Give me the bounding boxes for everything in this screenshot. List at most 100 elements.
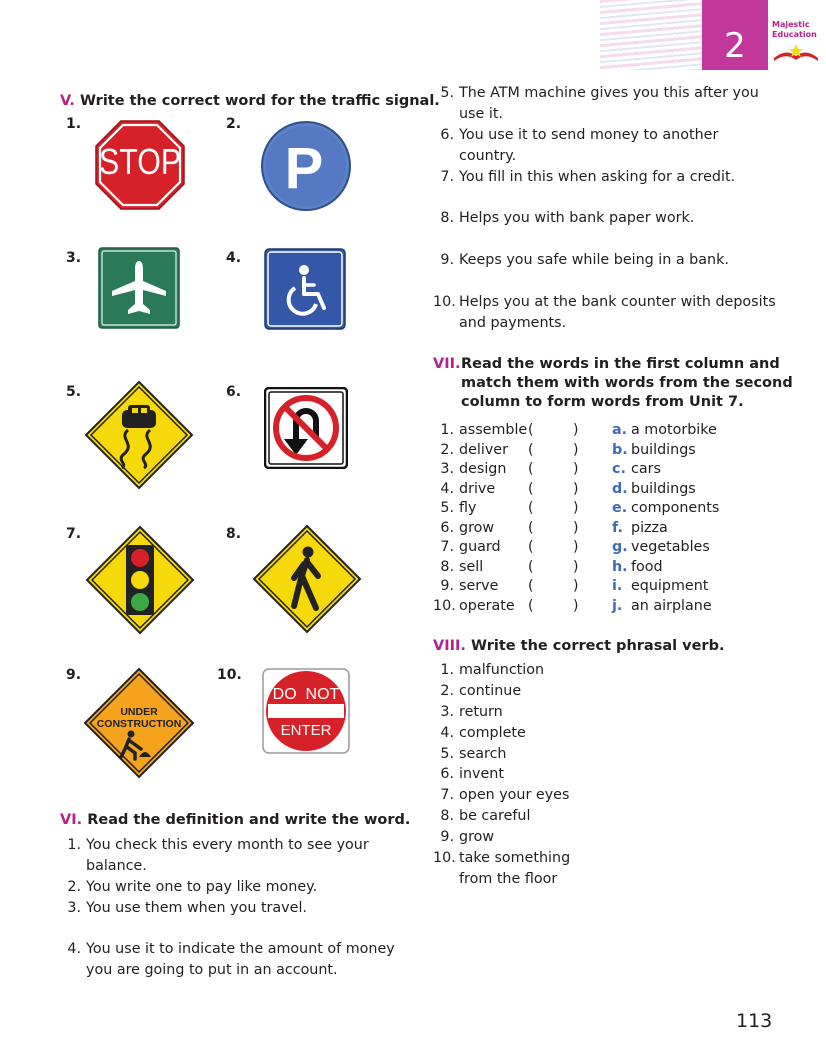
definition-number: 6. (440, 127, 454, 143)
close-paren: ) (573, 422, 579, 438)
phrasal-word: invent (459, 766, 504, 782)
open-paren: ( (528, 500, 534, 516)
matching-table: 1. assemble ( ) a. a motorbike 2. delive… (433, 422, 773, 622)
do-not-enter-top-text: DO NOT (273, 686, 340, 703)
matching-word: sell (459, 558, 484, 575)
close-paren: ) (573, 519, 579, 536)
phrasal-number: 8. (440, 808, 454, 824)
matching-phrase: cars (631, 461, 661, 477)
definition-number: 10. (433, 294, 456, 310)
matching-row: 4. drive ( ) d. buildings (433, 481, 773, 501)
close-paren: ) (573, 558, 579, 575)
definition-line: You check this every month to see your (86, 837, 369, 853)
section-vi-title: Read the definition and write the word. (87, 812, 411, 828)
section-vii-title-line: Read the words in the first column and (461, 356, 780, 372)
close-paren: ) (573, 441, 579, 458)
sign-number-8: 8. (226, 526, 242, 542)
sign-number-9: 9. (66, 667, 82, 683)
definition-number: 9. (440, 252, 454, 268)
matching-phrase: components (631, 500, 720, 516)
phrasal-number: 4. (440, 725, 454, 741)
section-viii-title: Write the correct phrasal verb. (470, 638, 725, 654)
do-not-enter-bottom-text: ENTER (281, 722, 332, 739)
definition-line: You write one to pay like money. (86, 879, 318, 895)
section-vii-title-line: match them with words from the second (461, 375, 793, 391)
matching-word: assemble (459, 422, 528, 438)
matching-letter: f. (612, 519, 623, 536)
section-vi-heading: VI. Read the definition and write the wo… (60, 811, 410, 830)
slippery-road-sign-icon (84, 380, 194, 490)
matching-row: 5. fly ( ) e. components (433, 500, 773, 520)
matching-row: 7. guard ( ) g. vegetables (433, 539, 773, 559)
matching-number: 2. (440, 441, 454, 458)
matching-letter: i. (612, 578, 623, 594)
definition-line: The ATM machine gives you this after you (459, 85, 759, 101)
matching-phrase: equipment (631, 578, 709, 594)
phrasal-number: 5. (440, 746, 454, 762)
phrasal-number: 6. (440, 766, 454, 782)
sign-number-5: 5. (66, 384, 82, 400)
matching-word: guard (459, 539, 501, 555)
definition-number: 7. (440, 169, 454, 185)
stop-sign-icon: STOP (95, 120, 185, 210)
no-u-turn-sign-icon (264, 387, 348, 469)
matching-row: 9. serve ( ) i. equipment (433, 578, 773, 598)
unit-number: 2 (724, 26, 746, 66)
brand-line2: Education (772, 30, 817, 39)
matching-word: design (459, 461, 507, 477)
matching-letter: b. (612, 441, 628, 458)
svg-text:CONSTRUCTION: CONSTRUCTION (97, 718, 182, 730)
close-paren: ) (573, 539, 579, 555)
open-paren: ( (528, 422, 534, 438)
svg-text:UNDER: UNDER (120, 706, 158, 718)
matching-number: 5. (440, 500, 454, 516)
matching-letter: e. (612, 500, 628, 516)
phrasal-number: 2. (440, 683, 454, 699)
matching-number: 10. (433, 597, 456, 614)
matching-word: drive (459, 480, 496, 497)
section-v-heading: V. Write the correct word for the traffi… (60, 92, 440, 111)
matching-phrase: an airplane (631, 597, 712, 614)
open-paren: ( (528, 441, 534, 458)
matching-number: 1. (440, 422, 454, 438)
matching-letter: h. (612, 558, 628, 575)
close-paren: ) (573, 578, 579, 594)
do-not-enter-sign-icon: DO NOT ENTER (262, 668, 350, 754)
stop-sign-text: STOP (99, 142, 181, 182)
book-logo-icon (774, 44, 818, 61)
definition-line: use it. (459, 106, 503, 122)
sign-number-6: 6. (226, 384, 242, 400)
open-paren: ( (528, 558, 534, 575)
matching-number: 7. (440, 539, 454, 555)
phrasal-word: from the floor (459, 871, 558, 887)
matching-phrase: buildings (631, 441, 696, 458)
under-construction-sign-icon: UNDER CONSTRUCTION (83, 667, 195, 779)
phrasal-word: grow (459, 829, 495, 845)
section-viii-number: VIII. (433, 638, 466, 654)
definition-number: 1. (67, 837, 81, 853)
definition-line: You use it to send money to another (459, 127, 719, 143)
matching-row: 2. deliver ( ) b. buildings (433, 442, 773, 462)
section-v-number: V. (60, 93, 75, 109)
wheelchair-sign-icon (264, 248, 346, 330)
matching-number: 3. (440, 461, 454, 477)
close-paren: ) (573, 500, 579, 516)
open-paren: ( (528, 597, 534, 614)
matching-letter: a. (612, 422, 628, 438)
phrasal-number: 9. (440, 829, 454, 845)
matching-row: 1. assemble ( ) a. a motorbike (433, 422, 773, 442)
matching-row: 3. design ( ) c. cars (433, 461, 773, 481)
brand-line1: Majestic (772, 20, 810, 29)
matching-phrase: vegetables (631, 539, 710, 555)
matching-number: 4. (440, 480, 454, 497)
close-paren: ) (573, 597, 579, 614)
open-paren: ( (528, 539, 534, 555)
open-paren: ( (528, 461, 534, 477)
sign-number-2: 2. (226, 116, 242, 132)
unit-tab: 2 (702, 0, 768, 70)
phrasal-word: continue (459, 683, 522, 699)
definition-line: You use it to indicate the amount of mon… (86, 941, 395, 957)
matching-letter: g. (612, 539, 628, 555)
matching-word: serve (459, 578, 499, 594)
definition-line: balance. (86, 858, 147, 874)
